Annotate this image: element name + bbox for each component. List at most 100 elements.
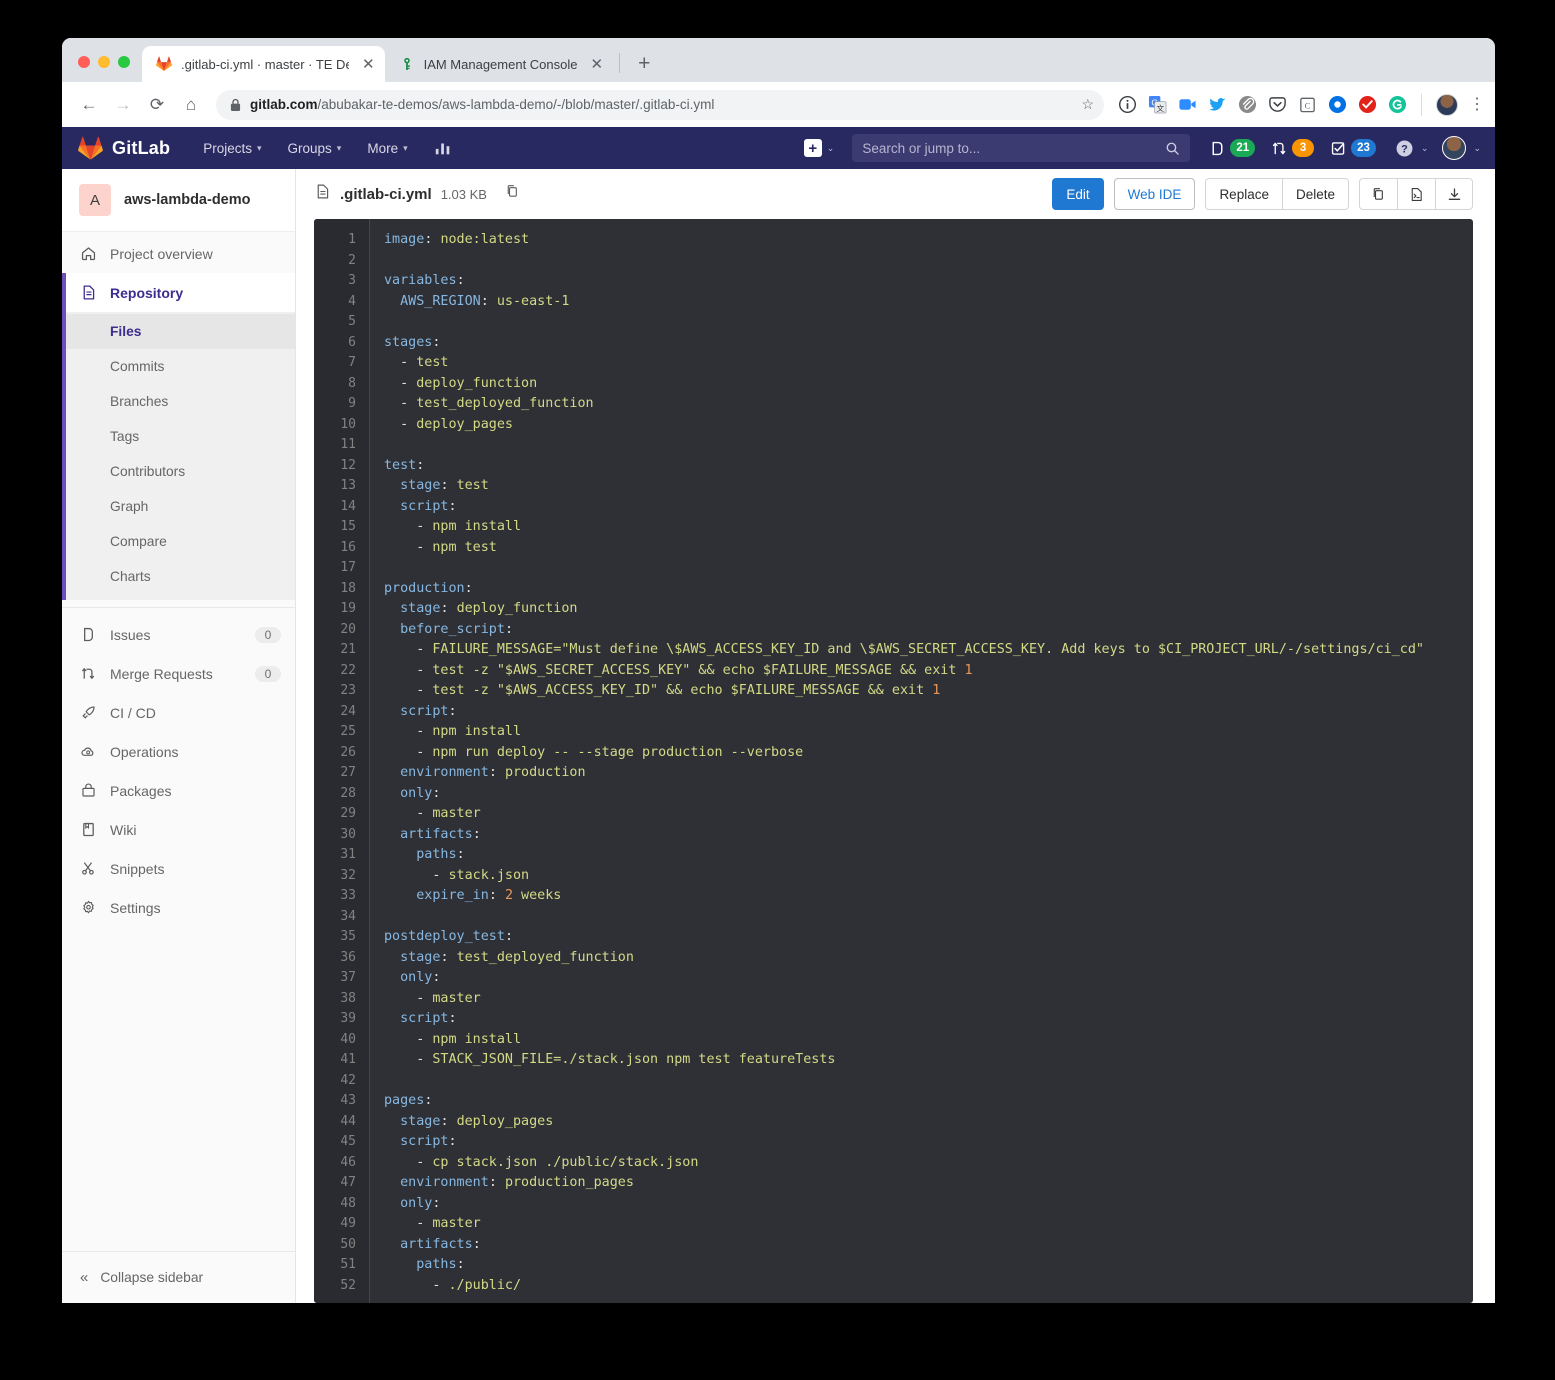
- clipboard-icon[interactable]: C: [1298, 95, 1317, 114]
- line-number: 18: [314, 579, 356, 600]
- sidebar-item-snippets[interactable]: Snippets: [62, 849, 295, 888]
- home-button[interactable]: ⌂: [176, 90, 206, 120]
- code-line: - npm run deploy -- --stage production -…: [384, 743, 1473, 764]
- browser-tab-gitlab[interactable]: .gitlab-ci.yml · master · TE Demo ✕: [142, 46, 385, 82]
- sidebar-item-compare[interactable]: Compare: [62, 524, 295, 559]
- sidebar-item-label: Issues: [110, 627, 242, 643]
- nav-more-label: More: [367, 141, 398, 156]
- sidebar-item-operations[interactable]: Operations: [62, 732, 295, 771]
- bookmark-star-icon[interactable]: ☆: [1081, 96, 1094, 113]
- open-raw-icon[interactable]: [1397, 178, 1435, 210]
- issues-counter[interactable]: 21: [1204, 139, 1260, 157]
- code-line: only:: [384, 1194, 1473, 1215]
- line-number: 10: [314, 415, 356, 436]
- collapse-sidebar-button[interactable]: « Collapse sidebar: [62, 1251, 295, 1303]
- grammarly-icon[interactable]: [1388, 95, 1407, 114]
- evernote-clipper-icon[interactable]: [1238, 95, 1257, 114]
- user-menu[interactable]: ⌄: [1438, 127, 1481, 169]
- delete-button[interactable]: Delete: [1282, 178, 1349, 210]
- sidebar-item-label: Repository: [110, 285, 281, 301]
- main-content: .gitlab-ci.yml 1.03 KB Edit Web IDE Repl…: [296, 169, 1495, 1303]
- sidebar-item-contributors[interactable]: Contributors: [62, 454, 295, 489]
- line-number: 43: [314, 1091, 356, 1112]
- gitlab-logo-link[interactable]: GitLab: [78, 136, 170, 161]
- sidebar-item-ci-cd[interactable]: CI / CD: [62, 693, 295, 732]
- line-number: 35: [314, 927, 356, 948]
- edit-button[interactable]: Edit: [1052, 178, 1103, 210]
- chevron-down-icon: ▾: [337, 143, 342, 154]
- sidebar-item-issues[interactable]: Issues 0: [62, 615, 295, 654]
- merge-request-icon: [80, 665, 97, 682]
- nav-analytics[interactable]: [421, 127, 465, 169]
- profile-avatar[interactable]: [1436, 94, 1458, 116]
- sidebar-item-graph[interactable]: Graph: [62, 489, 295, 524]
- google-translate-icon[interactable]: G 文: [1148, 95, 1167, 114]
- project-header[interactable]: A aws-lambda-demo: [62, 169, 295, 232]
- sidebar-item-tags[interactable]: Tags: [62, 419, 295, 454]
- close-tab-button[interactable]: ✕: [362, 57, 375, 72]
- code-line: - master: [384, 1214, 1473, 1235]
- copy-contents-icon[interactable]: [1359, 178, 1397, 210]
- reload-button[interactable]: ⟳: [142, 90, 172, 120]
- close-tab-button[interactable]: ✕: [591, 57, 604, 72]
- nav-more[interactable]: More ▾: [354, 127, 420, 169]
- sidebar-item-merge-requests[interactable]: Merge Requests 0: [62, 654, 295, 693]
- twitter-icon[interactable]: [1208, 95, 1227, 114]
- code-line: before_script:: [384, 620, 1473, 641]
- gitlab-navbar: GitLab Projects ▾ Groups ▾ More ▾ + ⌄: [62, 127, 1495, 169]
- file-size: 1.03 KB: [441, 187, 487, 202]
- sidebar-item-packages[interactable]: Packages: [62, 771, 295, 810]
- merge-requests-counter[interactable]: 3: [1266, 139, 1319, 157]
- pocket-icon[interactable]: [1268, 95, 1287, 114]
- minimize-window-button[interactable]: [98, 56, 110, 68]
- line-number: 44: [314, 1112, 356, 1133]
- todos-counter[interactable]: 23: [1325, 139, 1381, 157]
- copy-icon[interactable]: [504, 183, 521, 205]
- code-viewer[interactable]: 1234567891011121314151617181920212223242…: [314, 219, 1473, 1303]
- sidebar-item-settings[interactable]: Settings: [62, 888, 295, 927]
- code-line: paths:: [384, 1255, 1473, 1276]
- browser-toolbar: ← → ⟳ ⌂ gitlab.com/abubakar-te-demos/aws…: [62, 82, 1495, 127]
- new-tab-button[interactable]: +: [622, 53, 664, 82]
- file-document-icon: [314, 183, 331, 205]
- sidebar-item-commits[interactable]: Commits: [62, 349, 295, 384]
- nav-groups[interactable]: Groups ▾: [275, 127, 355, 169]
- line-number: 22: [314, 661, 356, 682]
- web-ide-button[interactable]: Web IDE: [1114, 178, 1196, 210]
- search-input[interactable]: Search or jump to...: [852, 134, 1190, 162]
- window-controls: [72, 56, 142, 82]
- browser-menu-button[interactable]: ⋮: [1469, 102, 1483, 108]
- download-icon[interactable]: [1435, 178, 1473, 210]
- sidebar-item-files[interactable]: Files: [62, 314, 295, 349]
- code-line: expire_in: 2 weeks: [384, 886, 1473, 907]
- sidebar-item-charts[interactable]: Charts: [62, 559, 295, 594]
- nav-projects[interactable]: Projects ▾: [190, 127, 274, 169]
- sidebar-item-project-overview[interactable]: Project overview: [62, 234, 295, 273]
- replace-button[interactable]: Replace: [1205, 178, 1282, 210]
- create-new-button[interactable]: + ⌄: [791, 127, 835, 169]
- back-button[interactable]: ←: [74, 90, 104, 120]
- line-number: 48: [314, 1194, 356, 1215]
- line-number: 33: [314, 886, 356, 907]
- browser-tab-iam[interactable]: IAM Management Console ✕: [385, 46, 614, 82]
- help-menu[interactable]: ? ⌄: [1387, 127, 1433, 169]
- code-content[interactable]: image: node:latest variables: AWS_REGION…: [370, 219, 1473, 1303]
- code-line: - npm install: [384, 1030, 1473, 1051]
- zoom-icon[interactable]: [1178, 95, 1197, 114]
- maximize-window-button[interactable]: [118, 56, 130, 68]
- forward-button[interactable]: →: [108, 90, 138, 120]
- address-bar[interactable]: gitlab.com/abubakar-te-demos/aws-lambda-…: [216, 90, 1104, 120]
- sidebar-item-wiki[interactable]: Wiki: [62, 810, 295, 849]
- honey-icon[interactable]: [1358, 95, 1377, 114]
- line-number: 7: [314, 353, 356, 374]
- line-number: 26: [314, 743, 356, 764]
- sidebar-item-label: Merge Requests: [110, 666, 242, 682]
- package-icon: [80, 782, 97, 799]
- opera-circle-icon[interactable]: [1328, 95, 1347, 114]
- nav-projects-label: Projects: [203, 141, 252, 156]
- sidebar-item-repository[interactable]: Repository: [62, 273, 295, 312]
- page-info-icon[interactable]: [1118, 95, 1137, 114]
- close-window-button[interactable]: [78, 56, 90, 68]
- line-number: 30: [314, 825, 356, 846]
- sidebar-item-branches[interactable]: Branches: [62, 384, 295, 419]
